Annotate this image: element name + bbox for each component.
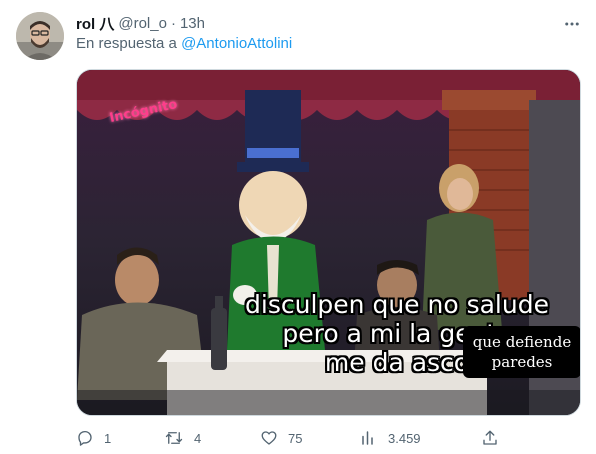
views-icon — [362, 431, 373, 445]
avatar[interactable] — [16, 12, 64, 60]
reply-icon — [78, 430, 92, 446]
share-icon — [483, 430, 497, 445]
more-icon — [565, 22, 579, 26]
like-icon — [261, 431, 277, 445]
views-count: 3.459 — [388, 430, 421, 446]
caption-line-1: disculpen que no salude — [245, 290, 549, 319]
tweet[interactable]: rol 八 @rol_o · 13h En respuesta a @Anton… — [0, 0, 596, 454]
reply-prefix: En respuesta a — [76, 35, 177, 52]
author-handle[interactable]: @rol_o — [118, 15, 167, 32]
retweet-button[interactable]: 4 — [164, 426, 201, 450]
author-name[interactable]: rol 八 — [76, 13, 114, 34]
tweet-media[interactable]: Incógnito disculpen que no salude pero a… — [76, 69, 581, 416]
reply-mention-link[interactable]: @AntonioAttolini — [181, 35, 292, 52]
retweet-count: 4 — [194, 430, 202, 446]
sticker-line-2: paredes — [491, 353, 553, 371]
reply-count: 1 — [104, 430, 112, 446]
text-sticker: que defiende paredes — [463, 326, 580, 378]
retweet-icon — [165, 432, 183, 444]
like-button[interactable]: 75 — [260, 426, 302, 450]
share-button[interactable] — [481, 426, 499, 450]
tweet-header: rol 八 @rol_o · 13h — [76, 13, 205, 33]
like-count: 75 — [288, 430, 303, 446]
reply-button[interactable]: 1 — [76, 426, 111, 450]
separator-dot: · — [170, 14, 176, 32]
views-button[interactable]: 3.459 — [360, 426, 421, 450]
reply-context: En respuesta a @AntonioAttolini — [76, 35, 292, 52]
action-bar: 1 4 75 3.459 — [76, 426, 581, 450]
sticker-line-1: que defiende — [472, 333, 572, 351]
more-button[interactable] — [558, 12, 586, 36]
tweet-time[interactable]: 13h — [180, 15, 205, 32]
